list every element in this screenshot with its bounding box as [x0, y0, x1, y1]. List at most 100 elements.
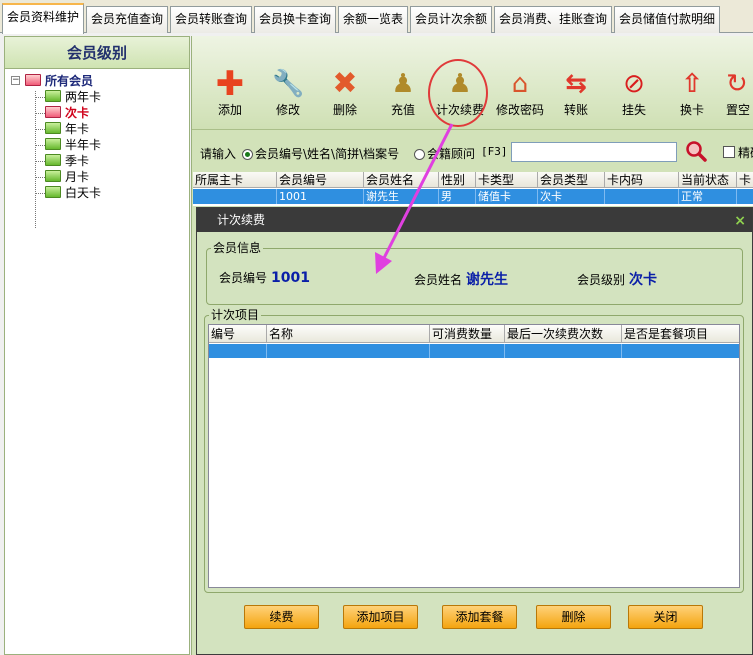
member-no-label: 会员编号 [219, 271, 268, 285]
transfer-arrows-icon: ⇆ [565, 69, 587, 99]
add-button[interactable]: ✚ 添加 [200, 67, 260, 122]
exact-label: 精确 [738, 146, 753, 160]
member-name-label: 会员姓名 [414, 273, 463, 287]
folder-icon [45, 138, 61, 150]
grid-header-cell[interactable]: 会员姓名 [364, 172, 439, 188]
transfer-label: 转账 [563, 103, 588, 117]
tab-consume-query[interactable]: 会员消费、挂账查询 [494, 6, 612, 33]
grid-header-cell[interactable]: 会员类型 [538, 172, 605, 188]
search-input[interactable] [511, 142, 677, 162]
tab-change-card-query[interactable]: 会员换卡查询 [254, 6, 336, 33]
renew-button[interactable]: 续费 [244, 605, 319, 629]
folder-icon [45, 186, 61, 198]
tab-count-balance[interactable]: 会员计次余额 [410, 6, 492, 33]
grid-cell: 1001 [277, 189, 364, 204]
transfer-button[interactable]: ⇆ 转账 [546, 68, 606, 122]
reset-button[interactable]: ↻ 置空 [720, 68, 753, 122]
tab-stored-payment[interactable]: 会员储值付款明细 [614, 6, 720, 33]
grid-header-cell[interactable]: 卡 [737, 172, 753, 188]
tree-item-quarter[interactable]: 季卡 [45, 153, 89, 169]
tree-item-label: 半年卡 [65, 138, 102, 152]
tree-item-half-year[interactable]: 半年卡 [45, 137, 101, 153]
grid-cell [605, 189, 679, 204]
list-header: 编号 名称 可消费数量 最后一次续费次数 是否是套餐项目 [209, 325, 739, 343]
folder-open-icon [45, 106, 61, 118]
grid-header-cell[interactable]: 性别 [439, 172, 476, 188]
list-header-cell[interactable]: 最后一次续费次数 [505, 325, 622, 343]
grid-header-cell[interactable]: 卡内码 [605, 172, 679, 188]
folder-icon [25, 74, 41, 86]
column-separator [429, 344, 430, 358]
report-loss-label: 挂失 [621, 103, 646, 117]
refresh-icon: ↻ [726, 69, 748, 99]
folder-icon [45, 170, 61, 182]
tree-item-label: 两年卡 [65, 90, 102, 104]
tab-bar: 会员资料维护 会员充值查询 会员转账查询 会员换卡查询 余额一览表 会员计次余额… [0, 0, 753, 34]
tree-item-year[interactable]: 年卡 [45, 121, 89, 137]
change-card-button[interactable]: ⇧ 换卡 [662, 68, 722, 122]
delete-x-icon: ✖ [332, 66, 358, 101]
search-icon[interactable] [685, 140, 707, 162]
tree-item-daytime[interactable]: 白天卡 [45, 185, 101, 201]
list-header-cell[interactable]: 是否是套餐项目 [622, 325, 739, 343]
search-option-advisor[interactable]: 会籍顾问 [414, 145, 475, 162]
column-separator [621, 344, 622, 358]
table-row[interactable]: 1001 谢先生 男 储值卡 次卡 正常 [193, 189, 753, 204]
dialog-title: 计次续费 [217, 213, 266, 227]
list-header-cell[interactable]: 可消费数量 [430, 325, 505, 343]
swap-arrow-icon: ⇧ [681, 69, 703, 99]
grid-cell: 男 [439, 189, 476, 204]
member-level-field: 会员级别 次卡 [577, 269, 657, 289]
count-items-list[interactable]: 编号 名称 可消费数量 最后一次续费次数 是否是套餐项目 [208, 324, 740, 588]
change-card-label: 换卡 [679, 103, 704, 117]
member-no-value: 1001 [271, 270, 310, 286]
recharge-button[interactable]: ♟ 充值 [373, 68, 433, 122]
close-icon[interactable]: × [734, 209, 746, 233]
grid-header-cell[interactable]: 卡类型 [476, 172, 538, 188]
tree-root[interactable]: 所有会员 [25, 73, 93, 89]
grid-header-cell[interactable]: 当前状态 [679, 172, 737, 188]
grid-cell: 次卡 [538, 189, 605, 204]
count-items-legend: 计次项目 [209, 307, 262, 323]
toolbar: ✚ 添加 🔧 修改 ✖ 删除 ♟ 充值 ♟ 计次续费 ⌂ 修改密码 ⇆ 转账 ⊘ [192, 36, 753, 130]
delete-item-button[interactable]: 删除 [536, 605, 611, 629]
delete-button[interactable]: ✖ 删除 [315, 68, 375, 122]
tree-item-label: 次卡 [65, 106, 90, 120]
grid-header-cell[interactable]: 所属主卡 [193, 172, 277, 188]
exact-checkbox[interactable] [723, 146, 735, 158]
list-header-cell[interactable]: 编号 [209, 325, 267, 343]
add-package-button[interactable]: 添加套餐 [442, 605, 517, 629]
grid-header: 所属主卡 会员编号 会员姓名 性别 卡类型 会员类型 卡内码 当前状态 卡 [193, 172, 753, 188]
tree-branch [35, 193, 45, 194]
tab-balance-list[interactable]: 余额一览表 [338, 6, 408, 33]
tab-transfer-query[interactable]: 会员转账查询 [170, 6, 252, 33]
member-info-legend: 会员信息 [211, 240, 264, 256]
search-option-member-label: 会员编号\姓名\简拼\档案号 [255, 147, 400, 161]
close-button[interactable]: 关闭 [628, 605, 703, 629]
tree-item-two-year[interactable]: 两年卡 [45, 89, 101, 105]
tree-item-month[interactable]: 月卡 [45, 169, 89, 185]
dialog-title-bar[interactable]: 计次续费 × [197, 208, 752, 232]
edit-button[interactable]: 🔧 修改 [258, 68, 318, 122]
list-header-cell[interactable]: 名称 [267, 325, 430, 343]
member-level-label: 会员级别 [577, 273, 626, 287]
tree-item-count-card[interactable]: 次卡 [45, 105, 89, 121]
house-icon: ⌂ [511, 69, 529, 99]
grid-header-cell[interactable]: 会员编号 [277, 172, 364, 188]
grid-cell [737, 189, 753, 204]
list-item[interactable] [209, 344, 739, 358]
radio-icon [242, 149, 253, 160]
search-option-member[interactable]: 会员编号\姓名\简拼\档案号 [242, 145, 399, 162]
member-name-field: 会员姓名 谢先生 [414, 269, 508, 289]
change-password-button[interactable]: ⌂ 修改密码 [489, 68, 551, 122]
grid-cell: 谢先生 [364, 189, 439, 204]
search-prompt: 请输入 [200, 147, 237, 161]
tab-member-info[interactable]: 会员资料维护 [2, 3, 84, 34]
tab-recharge-query[interactable]: 会员充值查询 [86, 6, 168, 33]
recharge-label: 充值 [390, 103, 415, 117]
report-loss-button[interactable]: ⊘ 挂失 [604, 68, 664, 122]
add-item-button[interactable]: 添加项目 [343, 605, 418, 629]
collapse-toggle[interactable]: − [11, 76, 20, 85]
column-separator [266, 344, 267, 358]
folder-icon [45, 122, 61, 134]
